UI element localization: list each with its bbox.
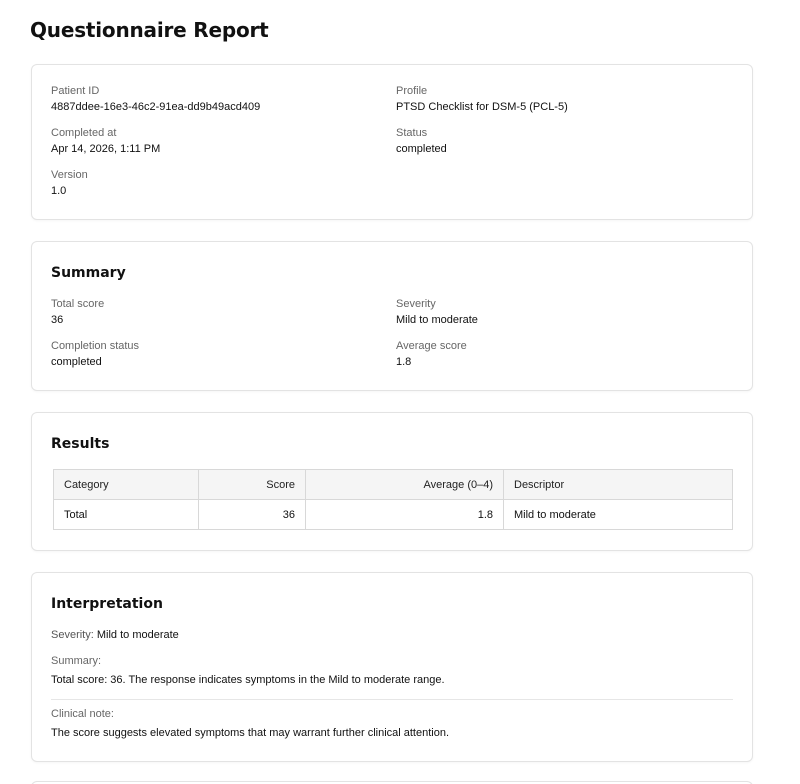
version-value: 1.0: [51, 185, 67, 197]
clinical-note-label: Clinical note:: [51, 708, 114, 720]
column-header-score: Score: [198, 469, 306, 500]
interpretation-severity-label: Severity:: [51, 629, 94, 641]
average-score-value: 1.8: [396, 356, 412, 368]
page-title: Questionnaire Report: [30, 18, 269, 42]
results-table: Category Score Average (0–4) Descriptor …: [53, 469, 733, 530]
average-score-label: Average score: [396, 340, 467, 352]
meta-card: Patient ID 4887ddee-16e3-46c2-91ea-dd9b4…: [31, 64, 753, 220]
severity-label: Severity: [396, 298, 436, 310]
interpretation-card: Interpretation Severity: Mild to moderat…: [31, 572, 753, 762]
summary-title: Summary: [51, 265, 126, 281]
interpretation-title: Interpretation: [51, 596, 163, 612]
status-value: completed: [396, 143, 447, 155]
results-title: Results: [51, 436, 110, 452]
profile-value: PTSD Checklist for DSM-5 (PCL-5): [396, 101, 568, 113]
patient-id-label: Patient ID: [51, 85, 100, 97]
patient-id-value: 4887ddee-16e3-46c2-91ea-dd9b49acd409: [51, 101, 261, 113]
interpretation-severity-line: Severity: Mild to moderate: [51, 629, 179, 641]
profile-label: Profile: [396, 85, 428, 97]
summary-card: Summary Total score 36 Severity Mild to …: [31, 241, 753, 391]
table-row: Total 36 1.8 Mild to moderate: [53, 499, 733, 530]
completed-at-value: Apr 14, 2026, 1:11 PM: [51, 143, 161, 155]
report-page: Questionnaire Report Patient ID 4887ddee…: [0, 0, 800, 784]
results-card: Results Category Score Average (0–4) Des…: [31, 412, 753, 551]
total-score-label: Total score: [51, 298, 105, 310]
interpretation-severity-value: Mild to moderate: [96, 629, 179, 641]
interpretation-divider: [51, 699, 733, 700]
cell-category: Total: [53, 499, 199, 530]
column-header-average: Average (0–4): [305, 469, 504, 500]
total-score-value: 36: [51, 314, 64, 326]
table-header-row: Category Score Average (0–4) Descriptor: [53, 469, 733, 500]
cell-average: 1.8: [305, 499, 504, 530]
column-header-descriptor: Descriptor: [503, 469, 733, 500]
completion-status-value: completed: [51, 356, 102, 368]
completed-at-label: Completed at: [51, 127, 117, 139]
cell-score: 36: [198, 499, 306, 530]
interpretation-summary-label: Summary:: [51, 655, 102, 667]
clinical-note-text: The score suggests elevated symptoms tha…: [51, 727, 450, 739]
status-label: Status: [396, 127, 428, 139]
completion-status-label: Completion status: [51, 340, 140, 352]
severity-value: Mild to moderate: [396, 314, 478, 326]
cell-descriptor: Mild to moderate: [503, 499, 733, 530]
column-header-category: Category: [53, 469, 199, 500]
interpretation-summary-text: Total score: 36. The response indicates …: [51, 674, 445, 686]
version-label: Version: [51, 169, 88, 181]
